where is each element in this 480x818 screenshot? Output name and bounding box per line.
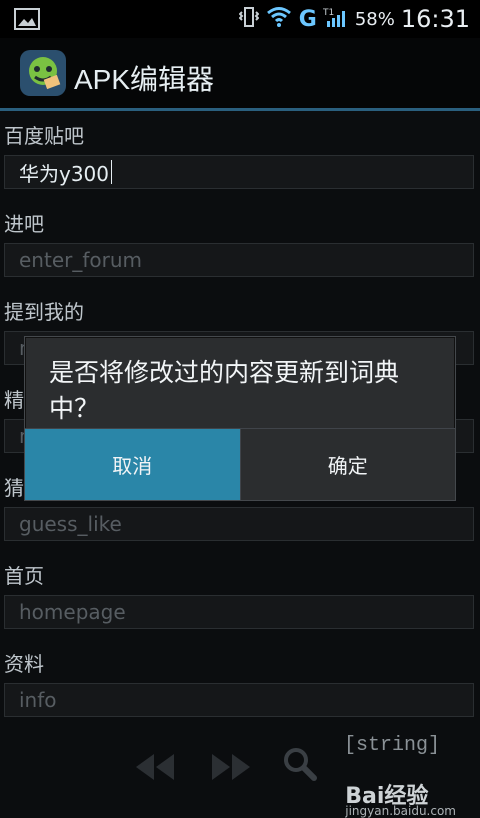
signal-icon: T1 [322, 5, 349, 33]
text-field[interactable]: info [4, 683, 474, 717]
text-field-placeholder: guess_like [19, 512, 122, 536]
watermark: Bai经验 jingyan.baidu.com [345, 778, 456, 818]
search-icon [284, 748, 317, 781]
field-label: 提到我的 [4, 300, 84, 324]
status-time: 16:31 [400, 5, 470, 33]
cancel-button[interactable]: 取消 [25, 429, 240, 500]
text-field[interactable]: guess_like [4, 507, 474, 541]
app-header: APK编辑器 [0, 38, 480, 111]
dialog-buttons: 取消 确定 [25, 428, 455, 500]
gallery-icon [14, 6, 40, 32]
resource-type-tag: [string] [344, 734, 441, 757]
field-label: 资料 [4, 652, 44, 676]
text-field-value: 华为y300 [19, 161, 110, 186]
field-label: 进吧 [4, 212, 44, 236]
text-field[interactable]: homepage [4, 595, 474, 629]
svg-text:T1: T1 [323, 8, 334, 18]
app-title: APK编辑器 [74, 64, 215, 95]
text-cursor [111, 160, 113, 184]
wifi-icon [265, 5, 293, 33]
vibrate-icon [238, 5, 260, 33]
field-label: 精 [4, 388, 24, 412]
status-bar: G T1 58% 16:31 [0, 0, 480, 38]
text-field-placeholder: enter_forum [19, 248, 143, 272]
watermark-domain: jingyan.baidu.com [345, 804, 456, 818]
search-button[interactable] [280, 744, 320, 788]
text-field[interactable]: 华为y300 [4, 155, 474, 189]
next-button[interactable] [208, 750, 254, 788]
text-field-placeholder: homepage [19, 600, 126, 624]
confirm-dialog: 是否将修改过的内容更新到词典中？ 取消 确定 [24, 336, 456, 501]
field-label: 百度贴吧 [4, 124, 84, 148]
confirm-button[interactable]: 确定 [239, 429, 455, 500]
text-field-placeholder: info [19, 688, 57, 712]
previous-button[interactable] [132, 750, 178, 788]
field-label: 首页 [4, 564, 44, 588]
app-icon [20, 50, 66, 96]
dialog-message: 是否将修改过的内容更新到词典中？ [49, 358, 400, 423]
field-label: 猜 [4, 476, 24, 500]
battery-percent: 58% [354, 8, 395, 30]
text-field[interactable]: enter_forum [4, 243, 474, 277]
status-icons: G T1 58% 16:31 [238, 0, 470, 38]
network-type: G [298, 6, 317, 32]
